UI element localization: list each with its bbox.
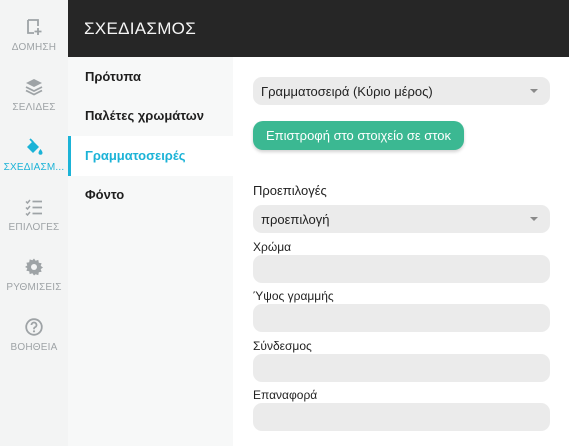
icon-rail: ΔΟΜΗΣΗ ΣΕΛΙΔΕΣ ΣΧΕΔΙΑΣΜ... ΕΠΙΛΟΓΕΣ ΡΥΘΜ… <box>0 0 68 446</box>
color-label: Χρώμα <box>253 240 292 254</box>
line-height-label: Ύψος γραμμής <box>253 289 334 303</box>
rail-item-design[interactable]: ΣΧΕΔΙΑΣΜ... <box>0 124 68 184</box>
rail-item-help[interactable]: ΒΟΗΘΕΙΑ <box>0 304 68 364</box>
subnav-item-label: Φόντο <box>85 187 125 202</box>
font-target-value: Γραμματοσειρά (Κύριο μέρος) <box>261 84 433 99</box>
checklist-icon <box>25 199 42 216</box>
rail-item-pages[interactable]: ΣΕΛΙΔΕΣ <box>0 64 68 124</box>
layers-icon <box>25 79 43 96</box>
font-settings-panel: Γραμματοσειρά (Κύριο μέρος) Επιστροφή στ… <box>233 57 569 446</box>
presets-select[interactable]: προεπιλογή <box>253 205 550 233</box>
line-height-field[interactable] <box>253 304 550 332</box>
subnav-item-label: Παλέτες χρωμάτων <box>85 108 204 123</box>
rail-item-label: ΕΠΙΛΟΓΕΣ <box>8 222 60 233</box>
font-target-select[interactable]: Γραμματοσειρά (Κύριο μέρος) <box>253 77 550 105</box>
rail-item-label: ΣΧΕΔΙΑΣΜ... <box>3 162 65 173</box>
subnav-item-label: Γραμματοσειρές <box>85 148 186 163</box>
help-circle-icon <box>25 318 43 336</box>
subnav-item-templates[interactable]: Πρότυπα <box>68 57 233 97</box>
rail-item-label: ΡΥΘΜΙΣΕΙΣ <box>6 282 62 293</box>
top-header: ΣΧΕΔΙΑΣΜΟΣ <box>68 0 569 57</box>
subnav-item-label: Πρότυπα <box>85 69 141 84</box>
chevron-down-icon <box>530 89 538 93</box>
rail-item-label: ΣΕΛΙΔΕΣ <box>12 102 56 113</box>
presets-label: Προεπιλογές <box>253 183 327 198</box>
hover-label: Επαναφορά <box>253 388 318 402</box>
rail-item-build[interactable]: ΔΟΜΗΣΗ <box>0 4 68 64</box>
paint-bucket-icon <box>27 138 43 155</box>
color-field[interactable] <box>253 255 550 283</box>
chevron-down-icon <box>530 217 538 221</box>
rail-item-label: ΔΟΜΗΣΗ <box>11 42 57 53</box>
page-title: ΣΧΕΔΙΑΣΜΟΣ <box>84 19 197 38</box>
subnav-item-fonts[interactable]: Γραμματοσειρές <box>68 136 233 176</box>
gear-icon <box>25 258 43 276</box>
rail-item-label: ΒΟΗΘΕΙΑ <box>10 342 58 353</box>
app-window: ΔΟΜΗΣΗ ΣΕΛΙΔΕΣ ΣΧΕΔΙΑΣΜ... ΕΠΙΛΟΓΕΣ ΡΥΘΜ… <box>0 0 569 446</box>
subnav-item-color-palettes[interactable]: Παλέτες χρωμάτων <box>68 96 233 136</box>
build-plus-icon <box>27 19 42 35</box>
design-subnav: Πρότυπα Παλέτες χρωμάτων Γραμματοσειρές … <box>68 57 233 446</box>
reset-to-stock-button[interactable]: Επιστροφή στο στοιχείο σε στοκ <box>253 121 464 150</box>
rail-item-settings[interactable]: ΡΥΘΜΙΣΕΙΣ <box>0 244 68 304</box>
hover-field[interactable] <box>253 403 550 431</box>
link-label: Σύνδεσμος <box>253 339 312 353</box>
presets-value: προεπιλογή <box>261 212 330 227</box>
rail-item-options[interactable]: ΕΠΙΛΟΓΕΣ <box>0 184 68 244</box>
link-field[interactable] <box>253 354 550 382</box>
subnav-item-background[interactable]: Φόντο <box>68 175 233 215</box>
